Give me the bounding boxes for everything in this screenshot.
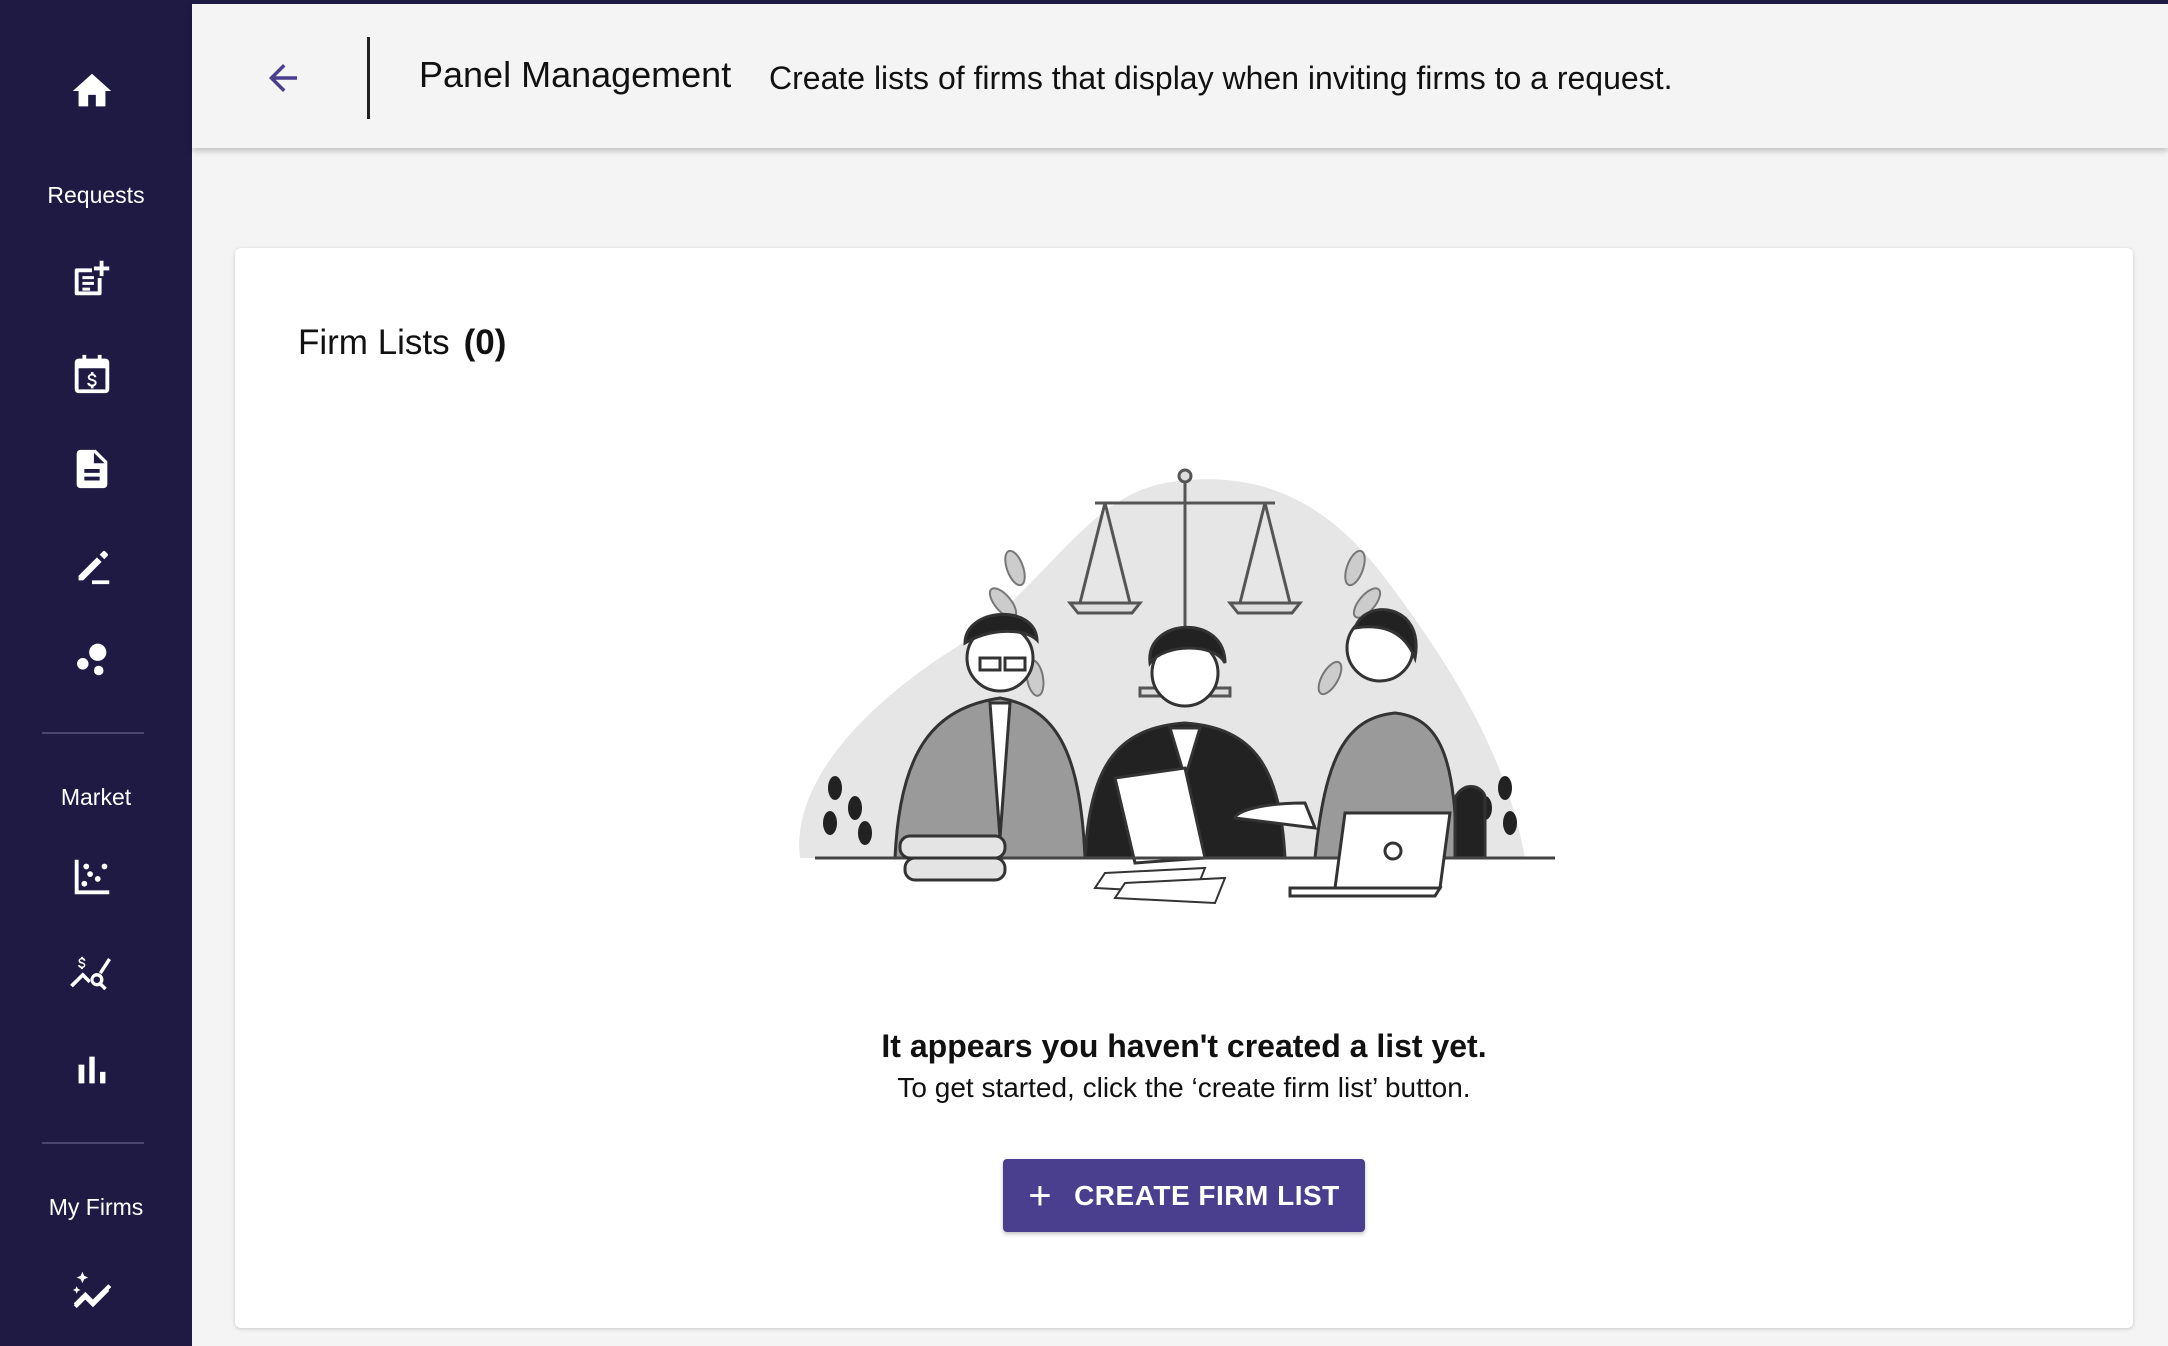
billing-calendar-icon[interactable] bbox=[46, 338, 138, 410]
arrow-left-icon bbox=[269, 64, 297, 92]
document-icon[interactable] bbox=[46, 433, 138, 505]
sidebar-divider bbox=[42, 732, 144, 734]
firm-list-count: (0) bbox=[463, 323, 507, 362]
create-firm-list-label: CREATE FIRM LIST bbox=[1074, 1179, 1340, 1211]
plus-icon: + bbox=[1028, 1173, 1053, 1218]
price-search-icon[interactable] bbox=[46, 937, 138, 1009]
bubbles-icon[interactable] bbox=[46, 623, 138, 695]
firm-lists-card: Firm Lists (0) It appears you haven't cr… bbox=[235, 248, 2133, 1328]
empty-state-illustration bbox=[799, 468, 1555, 905]
empty-state-heading: It appears you haven't created a list ye… bbox=[881, 1028, 1487, 1064]
card-title: Firm Lists (0) bbox=[298, 323, 506, 363]
sidebar-section-market: Market bbox=[60, 784, 132, 810]
scatter-chart-icon[interactable] bbox=[46, 841, 138, 913]
back-button[interactable] bbox=[254, 49, 312, 107]
page-title: Panel Management bbox=[419, 54, 732, 95]
new-request-icon[interactable] bbox=[46, 242, 138, 314]
edit-icon[interactable] bbox=[46, 529, 138, 601]
empty-state-subtext: To get started, click the ‘create firm l… bbox=[897, 1072, 1471, 1103]
page-subtitle: Create lists of firms that display when … bbox=[769, 60, 1673, 96]
bar-chart-icon[interactable] bbox=[46, 1034, 138, 1106]
header-divider bbox=[367, 37, 370, 119]
create-firm-list-button[interactable]: + CREATE FIRM LIST bbox=[1003, 1159, 1365, 1232]
page-header: Panel Management Create lists of firms t… bbox=[192, 4, 2168, 148]
home-icon[interactable] bbox=[46, 55, 138, 127]
app-root: Requests Market My Firms Panel Managemen… bbox=[0, 0, 2168, 1346]
sparkle-trend-icon[interactable] bbox=[46, 1253, 138, 1325]
sidebar-divider bbox=[42, 1142, 144, 1144]
sidebar-section-my-firms: My Firms bbox=[48, 1194, 144, 1220]
sidebar: Requests Market My Firms bbox=[0, 0, 192, 1346]
sidebar-section-requests: Requests bbox=[47, 182, 145, 208]
card-title-label: Firm Lists bbox=[298, 323, 450, 362]
